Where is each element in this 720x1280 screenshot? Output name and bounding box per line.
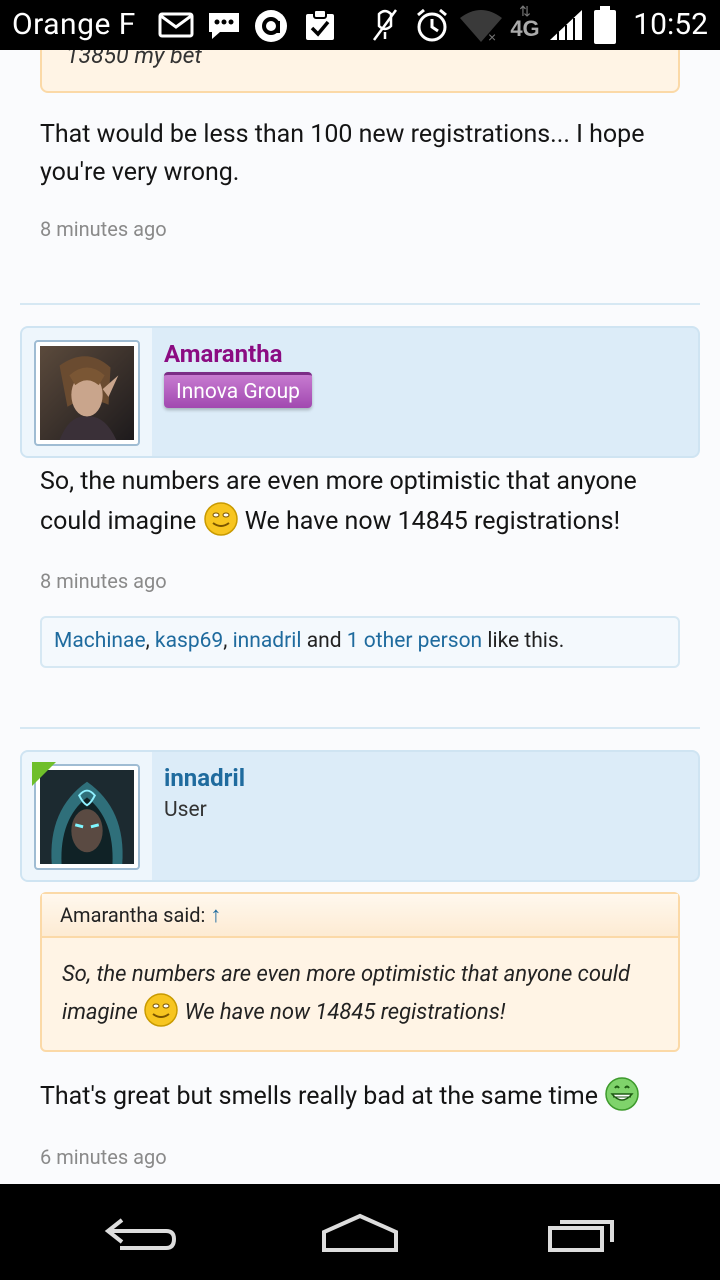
chat-icon: [209, 13, 239, 39]
carrier-name: Orange F: [12, 7, 136, 42]
battery-icon: [594, 6, 616, 44]
quote-text: So, the numbers are even more optimistic…: [42, 938, 678, 1050]
online-indicator: [32, 762, 56, 786]
quote-block: Amarantha said: ↑ So, the numbers are ev…: [40, 892, 680, 1052]
network-type-label: ⇅ 4G: [510, 3, 540, 41]
avatar[interactable]: [34, 340, 140, 446]
likes-and-text: and: [306, 629, 342, 653]
thread-content[interactable]: 13850 my bet That would be less than 100…: [0, 50, 720, 1184]
wifi-icon: ×: [460, 10, 502, 44]
back-icon[interactable]: [100, 1214, 180, 1254]
quote-header: Amarantha said: ↑: [42, 894, 678, 938]
post-timestamp[interactable]: 8 minutes ago: [40, 569, 167, 593]
post-timestamp[interactable]: 6 minutes ago: [40, 1145, 167, 1169]
username-link[interactable]: Amarantha: [164, 340, 282, 368]
recents-icon[interactable]: [544, 1214, 620, 1254]
alarm-icon: [417, 8, 447, 42]
post-message: That's great but smells really bad at th…: [40, 1077, 690, 1116]
likes-suffix-text: like this.: [487, 629, 565, 653]
user-title: User: [164, 798, 207, 822]
status-bar: Orange F × ⇅ 4G 10:52: [0, 0, 720, 50]
post-message-text: That's great but smells really bad at th…: [40, 1082, 598, 1111]
post-message-text: We have now 14845 registrations!: [244, 507, 621, 536]
home-icon[interactable]: [318, 1212, 402, 1254]
smile-emoji-icon: [144, 993, 178, 1027]
grin-emoji-icon: [605, 1077, 639, 1112]
navigation-bar: [0, 1184, 720, 1280]
like-user-link[interactable]: Machinae: [54, 629, 146, 653]
mute-icon: [372, 9, 398, 41]
email-icon: [158, 12, 194, 38]
like-user-link[interactable]: innadril: [233, 629, 302, 653]
post-divider: [20, 303, 700, 305]
post-message: That would be less than 100 new registra…: [40, 120, 645, 187]
user-info-panel: innadril User: [20, 750, 700, 882]
post-message: So, the numbers are even more optimistic…: [40, 462, 690, 542]
jump-to-quote-arrow-icon[interactable]: ↑: [210, 903, 221, 928]
quote-block: 13850 my bet: [40, 50, 680, 93]
signal-icon: [550, 10, 582, 40]
svg-text:×: ×: [488, 29, 496, 44]
username-link[interactable]: innadril: [164, 764, 245, 792]
clipboard-check-icon: [306, 9, 334, 40]
a-icon: [255, 10, 287, 42]
quote-text-part: We have now 14845 registrations!: [184, 1000, 506, 1025]
user-group-badge: Innova Group: [164, 372, 312, 408]
avatar-container: [22, 328, 152, 456]
like-user-link[interactable]: kasp69: [155, 629, 223, 653]
post-timestamp[interactable]: 8 minutes ago: [40, 217, 167, 241]
avatar-image: [40, 346, 134, 440]
likes-summary: Machinae, kasp69, innadril and 1 other p…: [40, 616, 680, 668]
user-info-panel: Amarantha Innova Group: [20, 326, 700, 458]
post-divider: [20, 727, 700, 729]
quote-author: Amarantha said:: [60, 903, 206, 927]
other-likers-link[interactable]: 1 other person: [347, 629, 482, 653]
quote-text: 13850 my bet: [66, 50, 202, 69]
smile-emoji-icon: [203, 502, 238, 537]
clock: 10:52: [633, 7, 708, 42]
